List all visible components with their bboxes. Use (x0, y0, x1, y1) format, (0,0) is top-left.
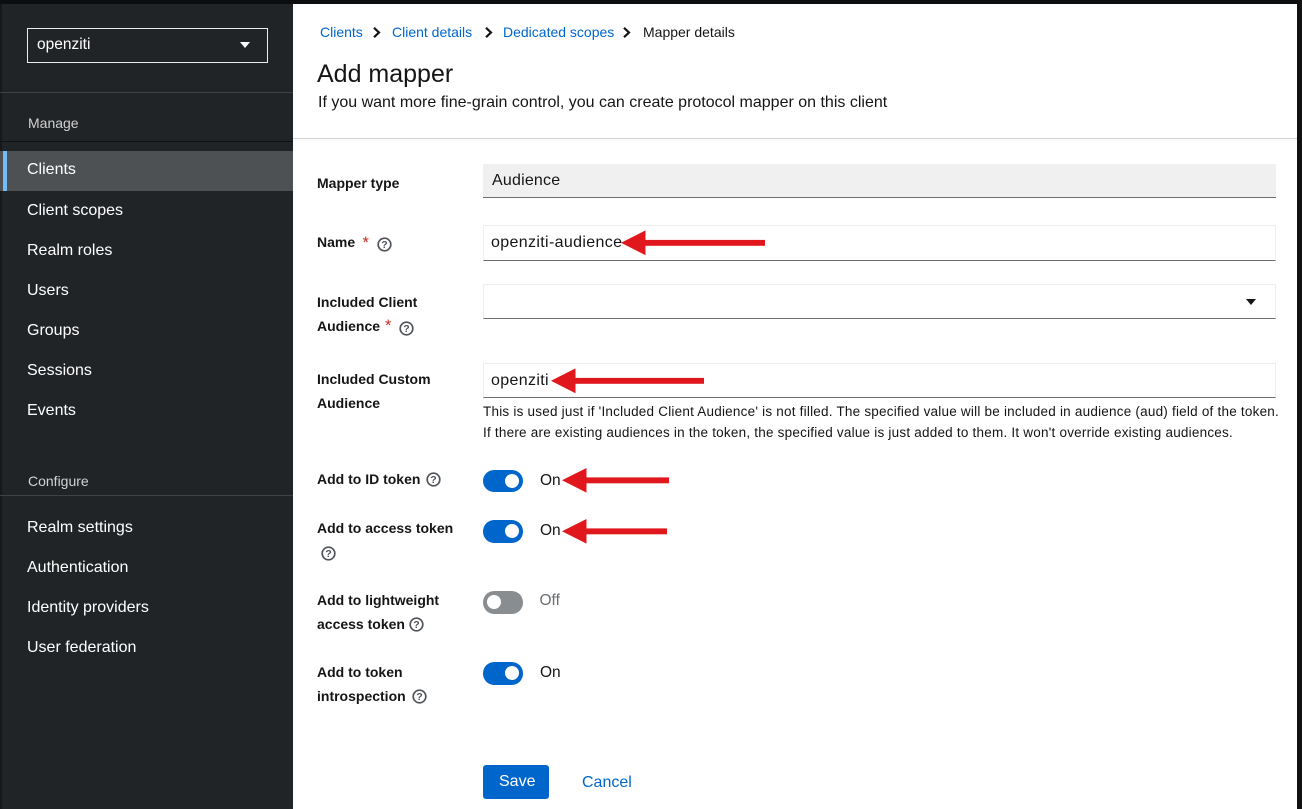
svg-text:?: ? (430, 474, 436, 486)
svg-text:?: ? (403, 323, 409, 335)
svg-text:?: ? (325, 548, 331, 560)
svg-text:?: ? (413, 619, 419, 631)
svg-text:?: ? (381, 239, 387, 251)
svg-text:?: ? (416, 692, 422, 704)
